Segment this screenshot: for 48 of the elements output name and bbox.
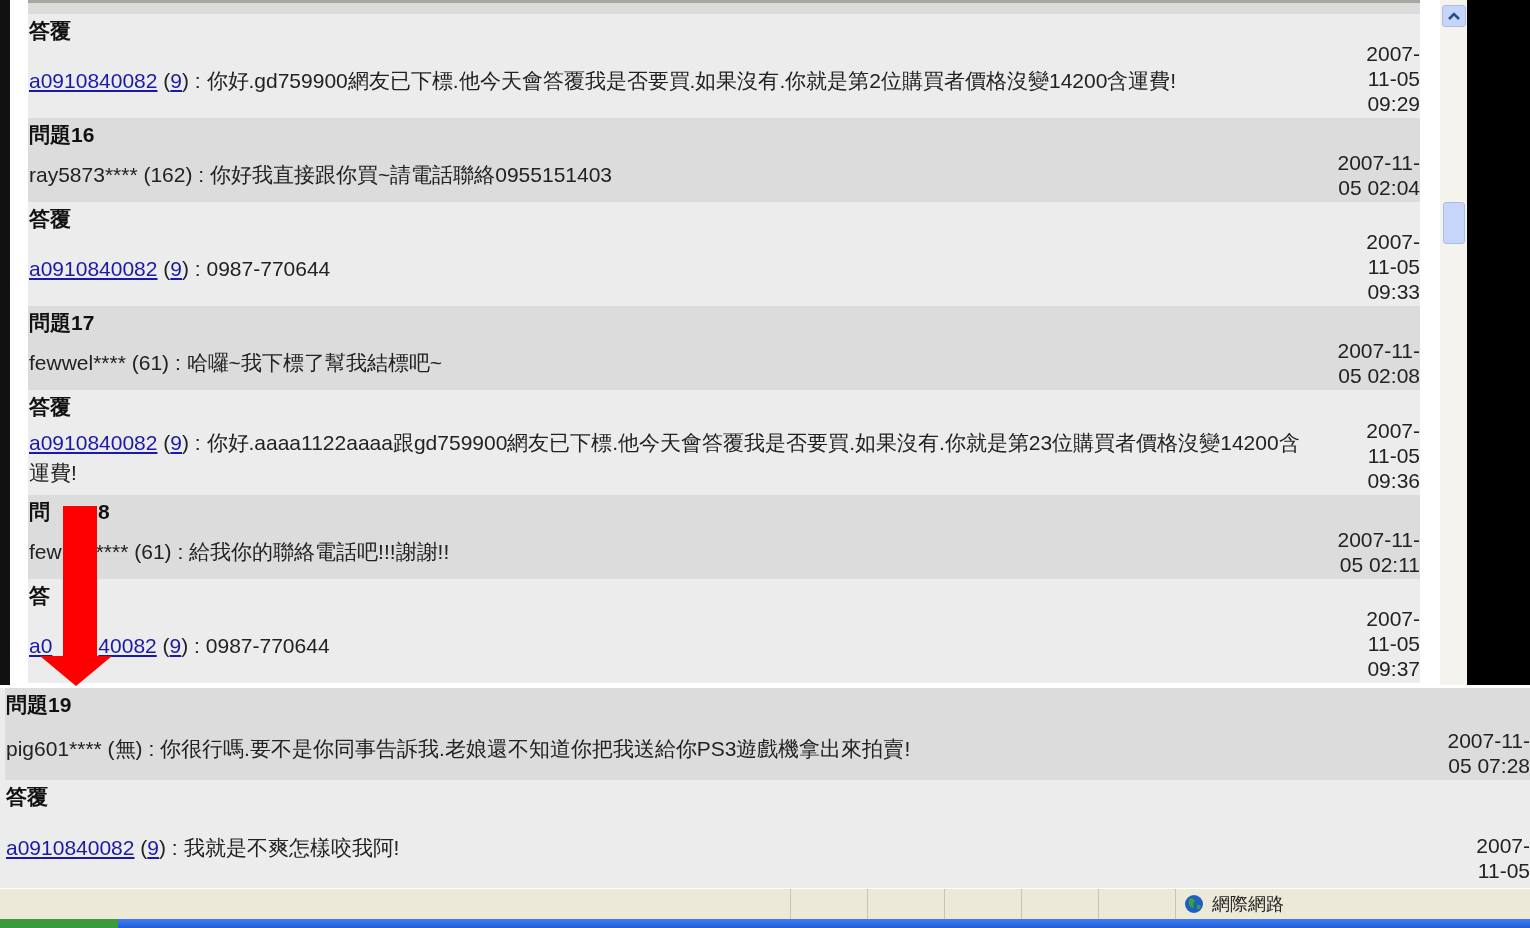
rating-link[interactable]: 9 — [170, 430, 182, 454]
entry-message: a0910840082 (9) : 我就是不爽怎樣咬我阿! — [6, 834, 401, 861]
scrollbar[interactable] — [1440, 0, 1467, 685]
rating-link[interactable]: 9 — [170, 69, 182, 92]
entry-heading: 答覆 — [29, 19, 71, 42]
entry-date: 2007- 11-05 09:36 — [1365, 418, 1420, 494]
zone-label: 網際網路 — [1212, 893, 1284, 916]
entry-date: 2007- 11-05 09:29 — [1365, 41, 1420, 117]
entry-date: 2007-11- 05 02:08 — [1336, 338, 1420, 389]
caret-up-icon — [1447, 12, 1460, 20]
entry-message: ray5873**** (162) : 你好我直接跟你買~請電話聯絡0955151403 — [29, 162, 614, 188]
user-link[interactable]: a0910840082 — [29, 257, 158, 280]
rating-link[interactable]: 9 — [170, 257, 182, 280]
entry-date: 2007- 11-05 — [1475, 833, 1530, 884]
globe-icon — [1184, 894, 1204, 914]
user-link[interactable]: a0 — [29, 634, 53, 657]
user-link[interactable]: 40082 — [98, 634, 157, 657]
user-link[interactable]: a0910840082 — [6, 835, 135, 859]
entry-heading: 答覆 — [29, 207, 71, 230]
scroll-thumb[interactable] — [1442, 202, 1465, 244]
entry-date: 2007-11- 05 07:28 — [1446, 728, 1530, 779]
entry-heading: 8 — [98, 500, 110, 523]
entry-message: fewwel**** (61) : 哈囉~我下標了幫我結標吧~ — [29, 350, 444, 376]
user-name: few — [29, 540, 62, 563]
entry-message: few **** (61) : 給我你的聯絡電話吧!!!謝謝!! — [29, 539, 451, 565]
entry-message: pig601**** (無) : 你很行嗎.要不是你同事告訴我.老娘還不知道你把我送給你PS3遊戲機拿出來拍賣! — [6, 736, 912, 762]
entry-date: 2007- 11-05 09:33 — [1365, 229, 1420, 305]
entry-message: a0910840082 (9) : 0987-770644 — [29, 256, 332, 282]
user-link[interactable]: a0910840082 — [29, 69, 158, 92]
user-link[interactable]: a0910840082 — [29, 430, 158, 454]
user-name: ray5873**** — [29, 163, 138, 186]
entry-heading: 答覆 — [29, 395, 71, 418]
entry-message: a0910840082 (9) : 你好.aaaa1122aaaa跟gd759900網友已下標.他今天會答覆我是否要買.如果沒有.你就是第23位購買者價格沒變14200含運費! — [29, 429, 1301, 486]
entry-heading: 答 — [29, 584, 50, 607]
entry-date: 2007-11- 05 02:04 — [1336, 150, 1420, 201]
scroll-up-button[interactable] — [1441, 5, 1466, 27]
entry-message: a0910840082 (9) : 你好.gd759900網友已下標.他今天會答覆我是否要買.如果沒有.你就是第2位購買者價格沒變14200含運費! — [29, 68, 1178, 94]
rating-link[interactable]: 9 — [147, 835, 159, 859]
entry-heading: 問題19 — [6, 693, 72, 716]
entry-heading: 問題16 — [29, 123, 95, 146]
entry-heading: 問 — [29, 500, 50, 523]
entry-heading: 答覆 — [6, 785, 48, 808]
entry-heading: 問題17 — [29, 311, 95, 334]
entry-date: 2007-11- 05 02:11 — [1336, 527, 1420, 578]
entry-date: 2007- 11-05 09:37 — [1365, 606, 1420, 682]
user-name: fewwel**** — [29, 351, 126, 374]
entry-message: a0 40082 (9) : 0987-770644 — [29, 633, 331, 659]
user-name: pig601**** — [6, 737, 102, 760]
